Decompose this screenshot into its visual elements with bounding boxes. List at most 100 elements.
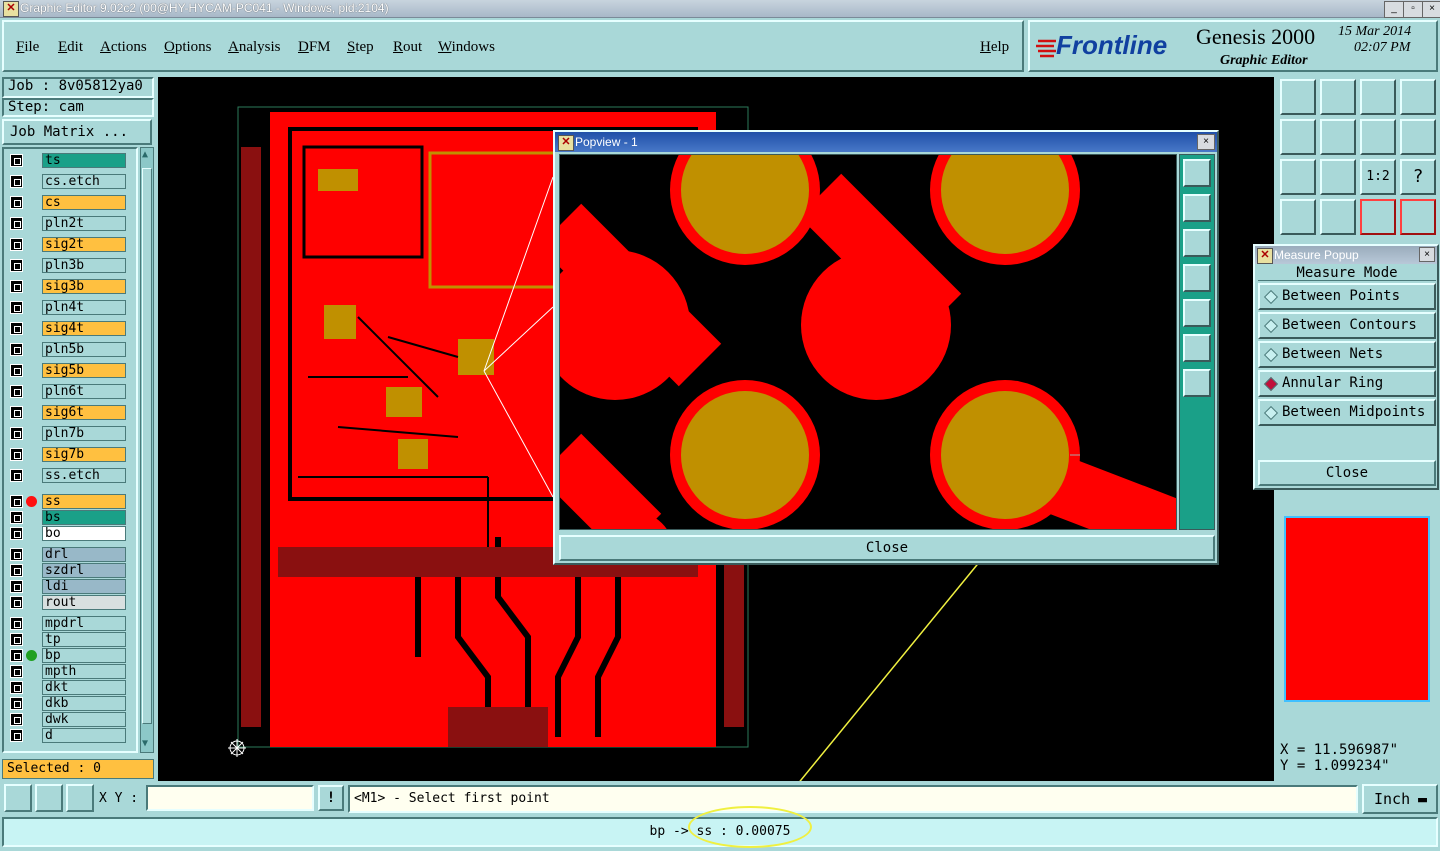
layer-name[interactable]: bs: [42, 510, 126, 525]
menu-edit[interactable]: Edit: [58, 39, 83, 56]
layer-name[interactable]: pln7b: [42, 426, 126, 441]
layer-row-pln6t[interactable]: pln6t: [8, 384, 126, 400]
layer-row-bo[interactable]: bo: [8, 526, 126, 542]
menu-windows[interactable]: Windows: [438, 39, 495, 56]
menu-rout[interactable]: Rout: [393, 39, 422, 56]
fit-view-icon[interactable]: [1183, 334, 1211, 362]
measure-close-button[interactable]: Close: [1258, 460, 1436, 486]
layer-list-scrollbar[interactable]: ▲ ▼: [140, 147, 154, 753]
layer-name[interactable]: ss.etch: [42, 468, 126, 483]
home-up-icon[interactable]: [1280, 79, 1316, 115]
layer-row-sig4t[interactable]: sig4t: [8, 321, 126, 337]
measure-between-contours[interactable]: Between Contours: [1258, 312, 1436, 339]
layer-checkbox[interactable]: [10, 633, 23, 646]
layer-row-rout[interactable]: rout: [8, 595, 126, 611]
layer-name[interactable]: pln2t: [42, 216, 126, 231]
measure-title-bar[interactable]: ✕ Measure Popup ×: [1255, 246, 1437, 264]
layer-checkbox[interactable]: [10, 697, 23, 710]
layer-checkbox[interactable]: [10, 343, 23, 356]
layer-row-drl[interactable]: drl: [8, 547, 126, 563]
move-left-icon[interactable]: [1280, 119, 1316, 155]
layer-name[interactable]: sig2t: [42, 237, 126, 252]
layer-row-ldi[interactable]: ldi: [8, 579, 126, 595]
layer-checkbox[interactable]: [10, 681, 23, 694]
home-down-icon[interactable]: [1320, 79, 1356, 115]
menu-options[interactable]: Options: [164, 39, 212, 56]
minimize-button[interactable]: _: [1384, 1, 1404, 18]
center-icon[interactable]: [1320, 159, 1356, 195]
window-title-bar[interactable]: ✕ Graphic Editor 9.02c2 (00@HY-HYCAM-PC0…: [0, 0, 1440, 18]
pan-left-icon[interactable]: [1183, 264, 1211, 292]
layer-name[interactable]: ts: [42, 153, 126, 168]
layer-checkbox[interactable]: [10, 385, 23, 398]
menu-actions[interactable]: Actions: [100, 39, 147, 56]
layer-checkbox[interactable]: [10, 427, 23, 440]
measure-close-icon[interactable]: ×: [1419, 247, 1435, 262]
fit-icon[interactable]: [1280, 159, 1316, 195]
layer-name[interactable]: bo: [42, 526, 126, 541]
layer-checkbox[interactable]: [10, 511, 23, 524]
layer-name[interactable]: d: [42, 728, 126, 743]
layer-name[interactable]: dwk: [42, 712, 126, 727]
layer-checkbox[interactable]: [10, 665, 23, 678]
menu-analysis[interactable]: Analysis: [228, 39, 281, 56]
layer-name[interactable]: sig5b: [42, 363, 126, 378]
help-icon[interactable]: ?: [1400, 159, 1436, 195]
layer-checkbox[interactable]: [10, 196, 23, 209]
layer-checkbox[interactable]: [10, 713, 23, 726]
snake-icon[interactable]: [1400, 119, 1436, 155]
layer-checkbox[interactable]: [10, 580, 23, 593]
layer-checkbox[interactable]: [10, 729, 23, 742]
maximize-button[interactable]: ▫: [1403, 1, 1423, 18]
layer-row-cs[interactable]: cs: [8, 195, 126, 211]
layer-checkbox[interactable]: [10, 527, 23, 540]
alert-icon[interactable]: !: [318, 785, 344, 811]
popview-close-icon[interactable]: ×: [1197, 134, 1215, 150]
layer-name[interactable]: ss: [42, 494, 126, 509]
layer-checkbox[interactable]: [10, 217, 23, 230]
layer-checkbox[interactable]: [10, 548, 23, 561]
layer-row-sig7b[interactable]: sig7b: [8, 447, 126, 463]
layer-checkbox[interactable]: [10, 301, 23, 314]
overview-panel[interactable]: [1278, 510, 1436, 710]
layer-checkbox[interactable]: [10, 649, 23, 662]
scale-1-2-icon[interactable]: 1:2: [1360, 159, 1396, 195]
layer-row-sig3b[interactable]: sig3b: [8, 279, 126, 295]
layer-checkbox[interactable]: [10, 322, 23, 335]
measure-tool-icon[interactable]: [35, 784, 63, 812]
layer-checkbox[interactable]: [10, 259, 23, 272]
layer-name[interactable]: drl: [42, 547, 126, 562]
layer-row-mpth[interactable]: mpth: [8, 664, 126, 680]
job-matrix-button[interactable]: Job Matrix ...: [2, 119, 152, 145]
layer-row-tp[interactable]: tp: [8, 632, 126, 648]
xy-input[interactable]: [146, 785, 314, 811]
zoom-in-icon[interactable]: [1183, 159, 1211, 187]
popview-title-bar[interactable]: ✕ Popview - 1 ×: [555, 132, 1217, 152]
layer-row-d[interactable]: d: [8, 728, 126, 744]
swap-icon[interactable]: [1360, 119, 1396, 155]
layer-checkbox[interactable]: [10, 280, 23, 293]
pan-up-icon[interactable]: [1183, 194, 1211, 222]
measure-between-nets[interactable]: Between Nets: [1258, 341, 1436, 368]
pan-right-icon[interactable]: [1183, 299, 1211, 327]
layer-name[interactable]: sig6t: [42, 405, 126, 420]
popview-zoom-canvas[interactable]: [559, 154, 1177, 530]
layer-row-cs-etch[interactable]: cs.etch: [8, 174, 126, 190]
layer-row-sig6t[interactable]: sig6t: [8, 405, 126, 421]
layer-row-dkt[interactable]: dkt: [8, 680, 126, 696]
layer-row-bp[interactable]: bp: [8, 648, 126, 664]
layer-row-szdrl[interactable]: szdrl: [8, 563, 126, 579]
layer-row-pln4t[interactable]: pln4t: [8, 300, 126, 316]
layer-name[interactable]: mpdrl: [42, 616, 126, 631]
layer-name[interactable]: dkb: [42, 696, 126, 711]
units-dropdown[interactable]: Inch ▬: [1362, 784, 1438, 814]
close-window-button[interactable]: ×: [1422, 1, 1440, 18]
layer-name[interactable]: sig3b: [42, 279, 126, 294]
layer-row-pln7b[interactable]: pln7b: [8, 426, 126, 442]
menu-step[interactable]: Step: [347, 39, 374, 56]
layer-name[interactable]: pln5b: [42, 342, 126, 357]
layer-checkbox[interactable]: [10, 238, 23, 251]
grid-icon[interactable]: [1320, 199, 1356, 235]
layer-row-sig2t[interactable]: sig2t: [8, 237, 126, 253]
layer-name[interactable]: sig7b: [42, 447, 126, 462]
